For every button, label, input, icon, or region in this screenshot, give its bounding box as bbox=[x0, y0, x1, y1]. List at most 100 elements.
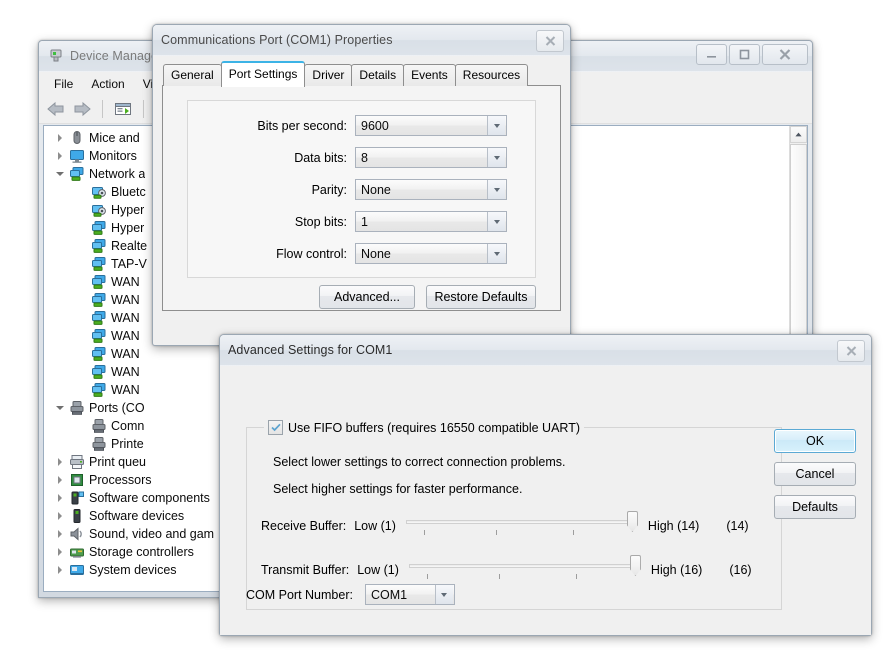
label-bits-per-second: Bits per second: bbox=[257, 118, 347, 133]
combo-data-bits[interactable]: 8 bbox=[355, 147, 507, 168]
show-hidden-devices-icon[interactable] bbox=[112, 98, 134, 120]
tree-item-label: Sound, video and gam bbox=[89, 527, 215, 541]
close-button[interactable] bbox=[762, 44, 808, 65]
tree-item-label: Storage controllers bbox=[89, 545, 194, 559]
communications-port-properties-dialog[interactable]: Communications Port (COM1) Properties Ge… bbox=[152, 24, 571, 346]
fifo-checkbox[interactable] bbox=[268, 420, 283, 435]
receive-buffer-high-label: High (14) bbox=[647, 519, 700, 533]
chevron-down-icon[interactable] bbox=[487, 212, 505, 231]
properties-tabstrip[interactable]: General Port Settings Driver Details Eve… bbox=[153, 61, 570, 87]
expander-collapsed-icon[interactable] bbox=[52, 472, 68, 488]
expander-collapsed-icon[interactable] bbox=[52, 562, 68, 578]
chevron-down-icon[interactable] bbox=[487, 116, 505, 135]
tab-driver[interactable]: Driver bbox=[304, 64, 353, 86]
menu-file[interactable]: File bbox=[45, 74, 82, 94]
restore-defaults-button[interactable]: Restore Defaults bbox=[426, 285, 536, 309]
expander-collapsed-icon[interactable] bbox=[52, 544, 68, 560]
transmit-buffer-slider[interactable] bbox=[408, 555, 641, 584]
expander-collapsed-icon[interactable] bbox=[52, 508, 68, 524]
properties-title: Communications Port (COM1) Properties bbox=[161, 33, 393, 47]
chevron-down-icon[interactable] bbox=[434, 585, 453, 604]
value-stop-bits: 1 bbox=[361, 214, 368, 229]
combo-bits-per-second[interactable]: 9600 bbox=[355, 115, 507, 136]
tab-port-settings[interactable]: Port Settings bbox=[220, 61, 306, 87]
com-port-combo[interactable]: COM1 bbox=[364, 584, 455, 605]
menu-action[interactable]: Action bbox=[82, 74, 133, 94]
transmit-buffer-track[interactable] bbox=[408, 564, 641, 568]
advanced-title: Advanced Settings for COM1 bbox=[228, 343, 393, 357]
transmit-buffer-label: Transmit Buffer: bbox=[261, 563, 350, 577]
receive-buffer-slider[interactable] bbox=[405, 511, 638, 540]
chevron-down-icon[interactable] bbox=[487, 244, 505, 263]
minimize-button[interactable] bbox=[696, 44, 727, 65]
forward-arrow-icon[interactable] bbox=[71, 98, 93, 120]
tab-resources[interactable]: Resources bbox=[454, 64, 529, 86]
software-device-icon bbox=[68, 508, 85, 524]
advanced-settings-dialog[interactable]: Advanced Settings for COM1 Use FIFO buff… bbox=[219, 334, 872, 636]
tree-item-label: Print queu bbox=[89, 455, 146, 469]
combo-stop-bits[interactable]: 1 bbox=[355, 211, 507, 232]
toolbar-separator bbox=[102, 100, 103, 118]
ok-button[interactable]: OK bbox=[774, 429, 856, 453]
value-parity: None bbox=[361, 182, 391, 197]
network-adapter-icon bbox=[90, 310, 107, 326]
expander-collapsed-icon[interactable] bbox=[52, 526, 68, 542]
toolbar-separator bbox=[143, 100, 144, 118]
expander-collapsed-icon[interactable] bbox=[52, 148, 68, 164]
tree-item-label: Comn bbox=[111, 419, 145, 433]
expander-expanded-icon[interactable] bbox=[52, 400, 68, 416]
tab-events[interactable]: Events bbox=[403, 64, 456, 86]
scroll-up-button[interactable] bbox=[790, 126, 807, 143]
expander-collapsed-icon[interactable] bbox=[52, 454, 68, 470]
advanced-button[interactable]: Advanced... bbox=[319, 285, 415, 309]
transmit-buffer-thumb[interactable] bbox=[629, 555, 641, 576]
properties-titlebar[interactable]: Communications Port (COM1) Properties bbox=[153, 25, 570, 56]
receive-buffer-low-label: Low (1) bbox=[354, 519, 396, 533]
slider-tick bbox=[498, 574, 500, 579]
back-arrow-icon[interactable] bbox=[45, 98, 67, 120]
network-wireless-icon bbox=[90, 184, 107, 200]
value-data-bits: 8 bbox=[361, 150, 368, 165]
field-stop-bits: Stop bits: 1 bbox=[188, 211, 507, 232]
combo-flow-control[interactable]: None bbox=[355, 243, 507, 264]
expander-expanded-icon[interactable] bbox=[52, 166, 68, 182]
tree-item-label: WAN bbox=[111, 383, 140, 397]
receive-buffer-thumb[interactable] bbox=[626, 511, 638, 532]
fifo-checkbox-row[interactable]: Use FIFO buffers (requires 16550 compati… bbox=[264, 420, 585, 435]
tree-item-label: WAN bbox=[111, 275, 140, 289]
expander-collapsed-icon[interactable] bbox=[52, 130, 68, 146]
defaults-button[interactable]: Defaults bbox=[774, 495, 856, 519]
com-port-label: COM Port Number: bbox=[246, 587, 353, 602]
tab-details[interactable]: Details bbox=[351, 64, 405, 86]
maximize-button[interactable] bbox=[729, 44, 760, 65]
advanced-titlebar[interactable]: Advanced Settings for COM1 bbox=[220, 335, 871, 366]
properties-close-button[interactable] bbox=[536, 30, 564, 52]
advanced-content: Use FIFO buffers (requires 16550 compati… bbox=[220, 366, 871, 635]
combo-parity[interactable]: None bbox=[355, 179, 507, 200]
tree-item-label: Mice and bbox=[89, 131, 140, 145]
label-parity: Parity: bbox=[311, 182, 347, 197]
tab-general[interactable]: General bbox=[163, 64, 222, 86]
chevron-down-icon[interactable] bbox=[487, 148, 505, 167]
cancel-button[interactable]: Cancel bbox=[774, 462, 856, 486]
tree-item-label: TAP-V bbox=[111, 257, 147, 271]
network-wireless-icon bbox=[90, 202, 107, 218]
value-flow-control: None bbox=[361, 246, 391, 261]
tree-item-label: Printe bbox=[111, 437, 144, 451]
advanced-close-button[interactable] bbox=[837, 340, 865, 362]
port-icon bbox=[90, 436, 107, 452]
receive-buffer-track[interactable] bbox=[405, 520, 638, 524]
expander-collapsed-icon[interactable] bbox=[52, 490, 68, 506]
network-adapter-icon bbox=[90, 346, 107, 362]
scrollbar-thumb[interactable] bbox=[790, 144, 807, 349]
chevron-down-icon[interactable] bbox=[487, 180, 505, 199]
receive-buffer-label: Receive Buffer: bbox=[261, 519, 347, 533]
network-adapter-icon bbox=[90, 328, 107, 344]
tree-item-label: Software components bbox=[89, 491, 210, 505]
field-data-bits: Data bits: 8 bbox=[188, 147, 507, 168]
